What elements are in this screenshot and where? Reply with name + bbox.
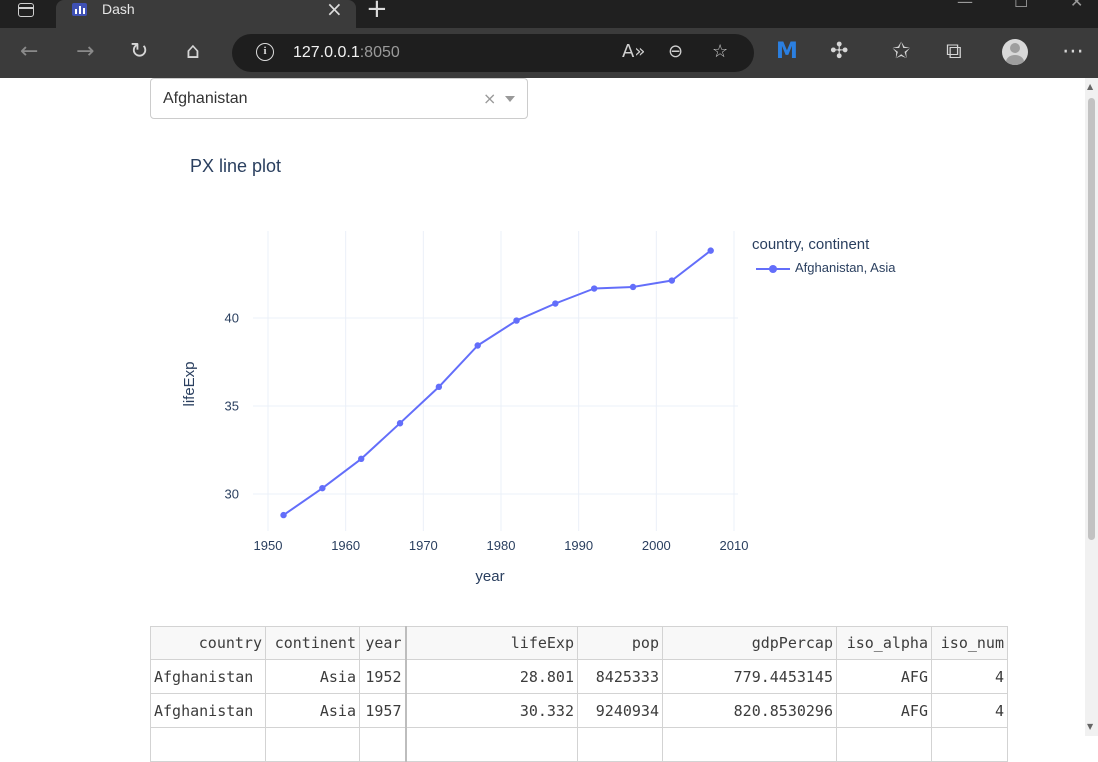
data-point[interactable] (280, 511, 287, 519)
table-cell (265, 727, 360, 762)
line-chart[interactable]: 1950 1960 1970 1980 1990 2000 2010 30 35 40 year li… (0, 0, 1085, 620)
table-cell[interactable]: 4 (931, 659, 1008, 694)
header-lifeexp[interactable]: lifeExp (405, 626, 578, 660)
table-cell[interactable]: AFG (836, 693, 932, 728)
table-cell[interactable]: 30.332 (405, 693, 578, 728)
data-point[interactable] (435, 383, 443, 391)
legend-title: country, continent (752, 236, 870, 253)
table-cell[interactable]: 28.801 (405, 659, 578, 694)
table-cell[interactable]: AFG (836, 659, 932, 694)
table-cell[interactable]: 820.8530296 (662, 693, 837, 728)
table-cell[interactable]: 1957 (359, 693, 407, 728)
table-header-row: country continent year lifeExp pop gdpPe… (150, 626, 1008, 660)
table-row: Afghanistan Asia 1952 28.801 8425333 779… (150, 659, 1008, 694)
table-cell[interactable]: Afghanistan (150, 659, 266, 694)
table-cell[interactable]: Asia (265, 659, 360, 694)
header-year[interactable]: year (359, 626, 407, 660)
data-point[interactable] (396, 420, 404, 427)
data-point[interactable] (319, 484, 326, 492)
table-cell[interactable]: 8425333 (577, 659, 663, 694)
table-cell[interactable]: 4 (931, 693, 1008, 728)
table-cell[interactable]: 9240934 (577, 693, 663, 728)
y-tick-label: 30 (225, 487, 239, 502)
header-continent[interactable]: continent (265, 626, 360, 660)
data-point[interactable] (629, 283, 637, 291)
table-cell (662, 727, 837, 762)
table-cell (931, 727, 1008, 762)
header-iso-num[interactable]: iso_num (931, 626, 1008, 660)
x-tick-label: 1970 (409, 538, 438, 553)
scroll-thumb[interactable] (1088, 98, 1095, 540)
x-tick-label: 1960 (331, 538, 360, 553)
table-cell[interactable]: Asia (265, 693, 360, 728)
header-gdppercap[interactable]: gdpPercap (662, 626, 837, 660)
y-tick-label: 35 (225, 399, 239, 414)
header-country[interactable]: country (150, 626, 266, 660)
data-point[interactable] (668, 277, 676, 284)
legend-label: Afghanistan, Asia (795, 260, 896, 275)
header-pop[interactable]: pop (577, 626, 663, 660)
table-cell[interactable]: Afghanistan (150, 693, 266, 728)
table-cell[interactable]: 779.4453145 (662, 659, 837, 694)
data-table: country continent year lifeExp pop gdpPe… (150, 626, 1008, 762)
page-scrollbar[interactable]: ▲ ▼ (1085, 78, 1098, 736)
data-point[interactable] (707, 247, 714, 254)
y-tick-label: 40 (225, 311, 239, 326)
x-axis-title: year (475, 568, 504, 585)
table-cell (150, 727, 266, 762)
x-tick-label: 1950 (254, 538, 283, 553)
legend-marker-swatch (769, 265, 777, 273)
scroll-down-icon[interactable]: ▼ (1087, 722, 1093, 731)
x-tick-label: 1980 (487, 538, 516, 553)
data-point[interactable] (513, 317, 520, 324)
header-iso-alpha[interactable]: iso_alpha (836, 626, 932, 660)
x-tick-label: 2010 (720, 538, 749, 553)
series-line[interactable] (282, 249, 712, 516)
data-point[interactable] (474, 342, 481, 349)
data-point[interactable] (358, 455, 365, 463)
x-tick-label: 1990 (564, 538, 593, 553)
table-row: Afghanistan Asia 1957 30.332 9240934 820… (150, 693, 1008, 728)
data-point[interactable] (552, 300, 559, 307)
table-cell[interactable]: 1952 (359, 659, 407, 694)
y-axis-title: lifeExp (181, 361, 198, 406)
scroll-up-icon[interactable]: ▲ (1087, 82, 1093, 91)
x-tick-label: 2000 (642, 538, 671, 553)
table-cell (836, 727, 932, 762)
table-cell (359, 727, 407, 762)
data-point[interactable] (591, 285, 598, 292)
table-cell (405, 727, 578, 762)
table-cell (577, 727, 663, 762)
table-row-partial (150, 727, 1008, 762)
